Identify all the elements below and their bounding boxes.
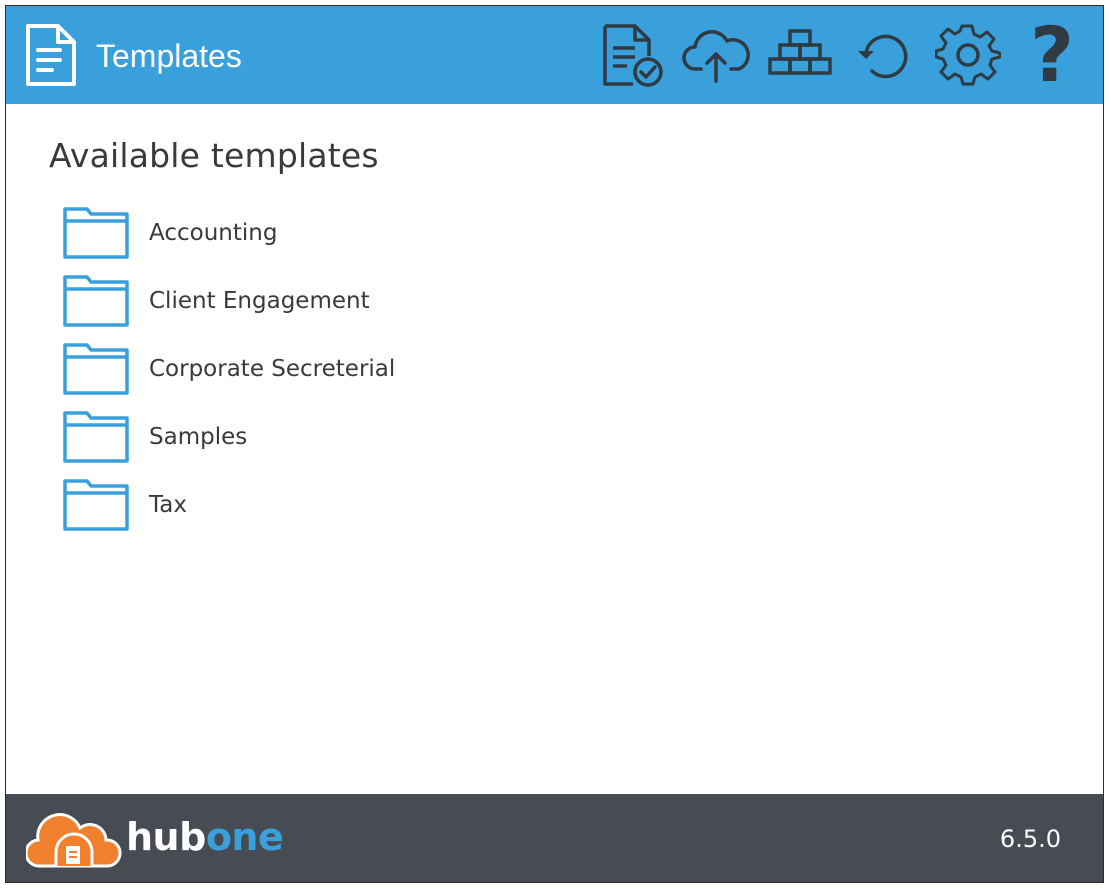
folder-icon bbox=[63, 411, 129, 463]
brand-logo-text: hubone bbox=[126, 815, 284, 859]
cloud-logo-icon bbox=[26, 813, 122, 868]
folder-label: Client Engagement bbox=[149, 288, 370, 314]
refresh-button[interactable] bbox=[847, 20, 921, 90]
cloud-upload-button[interactable] bbox=[679, 20, 753, 90]
header-bar: Templates ? bbox=[6, 6, 1103, 104]
folder-label: Corporate Secreterial bbox=[149, 356, 396, 382]
help-icon: ? bbox=[1029, 10, 1075, 99]
logo-one-text: one bbox=[205, 815, 284, 859]
help-button[interactable]: ? bbox=[1015, 10, 1089, 99]
gear-icon bbox=[935, 24, 1001, 86]
folder-label: Tax bbox=[149, 492, 187, 518]
main-content: Available templates Accounting Client En… bbox=[6, 104, 1103, 795]
folder-label: Accounting bbox=[149, 220, 278, 246]
folder-icon bbox=[63, 207, 129, 259]
folder-item-client-engagement[interactable]: Client Engagement bbox=[61, 267, 395, 335]
stacked-blocks-icon bbox=[768, 29, 832, 75]
settings-button[interactable] bbox=[931, 20, 1005, 90]
blocks-button[interactable] bbox=[763, 20, 837, 90]
version-label: 6.5.0 bbox=[999, 825, 1061, 853]
document-check-button[interactable] bbox=[595, 20, 669, 90]
toolbar: ? bbox=[595, 10, 1089, 99]
folder-icon bbox=[63, 275, 129, 327]
folder-icon bbox=[63, 343, 129, 395]
footer-bar: hubone 6.5.0 bbox=[6, 794, 1103, 882]
refresh-icon bbox=[858, 34, 908, 79]
folder-label: Samples bbox=[149, 424, 248, 450]
folder-item-corporate-secreterial[interactable]: Corporate Secreterial bbox=[61, 335, 395, 403]
folder-item-samples[interactable]: Samples bbox=[61, 403, 395, 471]
document-icon bbox=[26, 24, 76, 86]
folder-icon bbox=[63, 479, 129, 531]
template-folder-list: Accounting Client Engagement Corporate S… bbox=[61, 199, 395, 539]
section-heading: Available templates bbox=[49, 136, 379, 175]
page-title: Templates bbox=[96, 38, 242, 74]
folder-item-accounting[interactable]: Accounting bbox=[61, 199, 395, 267]
folder-item-tax[interactable]: Tax bbox=[61, 471, 395, 539]
cloud-upload-icon bbox=[682, 30, 750, 83]
logo-hub-text: hub bbox=[126, 815, 206, 859]
document-check-icon bbox=[603, 24, 663, 87]
app-window: Templates ? Available templates Accounti… bbox=[5, 5, 1104, 883]
